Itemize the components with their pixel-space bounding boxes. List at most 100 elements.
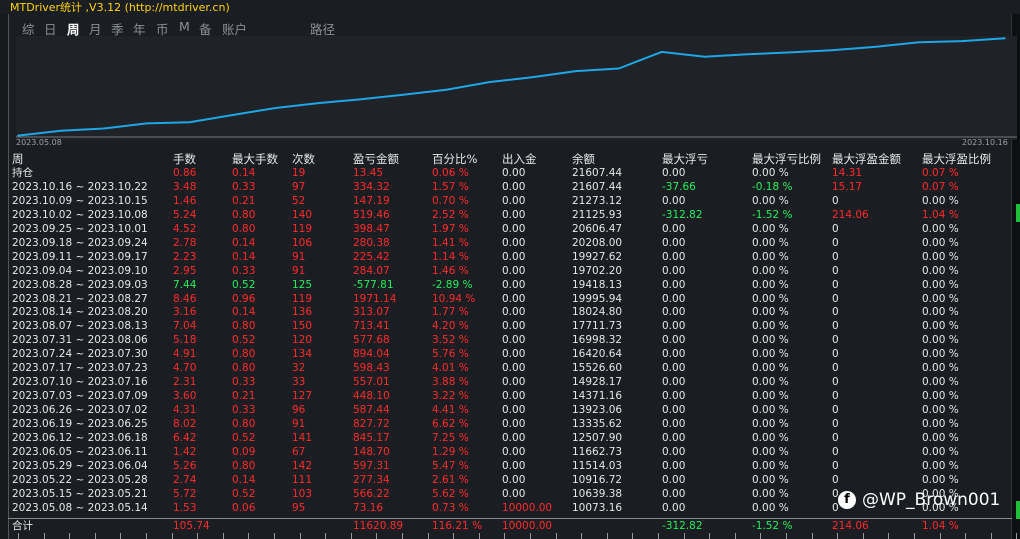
ruler-tick	[504, 533, 506, 539]
cell-max-float-loss-pct: -0.18 %	[752, 180, 793, 193]
cell-count: 120	[292, 334, 313, 347]
cell-percent: 3.88 %	[432, 376, 469, 389]
balance-point	[703, 55, 706, 58]
cell-max-float-profit: 0	[832, 194, 839, 207]
ruler-tick	[453, 533, 455, 539]
side-marker	[1016, 204, 1020, 222]
cell-max-lots: 0.14	[232, 250, 256, 263]
cell-balance: 20208.00	[572, 236, 623, 249]
cell-deposit: 0.00	[502, 278, 526, 291]
cell-percent: 116.21 %	[432, 519, 483, 532]
cell-week: 周	[12, 152, 24, 166]
cell-deposit: 0.00	[502, 418, 526, 431]
cell-lots: 5.24	[173, 208, 197, 221]
cell-deposit: 0.00	[502, 390, 526, 403]
cell-max-float-loss-pct: 0.00 %	[752, 166, 789, 179]
balance-point	[618, 67, 620, 70]
table-row: 2023.06.19 ~ 2023.06.25 8.02 0.80 91 827.72 6…	[8, 417, 1012, 431]
cell-max-lots: 0.33	[232, 404, 256, 417]
ruler-tick	[376, 533, 378, 539]
balance-point	[660, 51, 663, 53]
cell-percent: 1.14 %	[432, 250, 469, 263]
cell-deposit: 10000.00	[502, 501, 553, 514]
cell-percent: 1.46 %	[432, 264, 469, 277]
cell-count: 103	[292, 487, 313, 500]
cell-max-float-profit: 0	[832, 404, 839, 417]
cell-count: 150	[292, 320, 313, 333]
cell-count: 134	[292, 348, 313, 361]
cell-deposit: 0.00	[502, 166, 526, 179]
ruler-tick	[478, 533, 480, 539]
cell-pnl: 277.34	[353, 473, 390, 486]
cell-max-float-loss-pct: -1.52 %	[752, 519, 793, 532]
watermark-text: @WP_Brown001	[862, 490, 1001, 510]
cell-balance: 21607.44	[572, 180, 623, 193]
cell-count: 140	[292, 208, 313, 221]
ruler-tick	[734, 533, 736, 539]
balance-series-line	[17, 37, 1006, 137]
cell-deposit: 0.00	[502, 306, 526, 319]
cell-count: 91	[292, 250, 306, 263]
cell-max-lots: 0.52	[232, 487, 256, 500]
cell-max-lots: 0.33	[232, 180, 256, 193]
cell-week: 2023.08.28 ~ 2023.09.03	[12, 278, 148, 291]
cell-max-lots: 0.14	[232, 473, 256, 486]
balance-point	[446, 88, 448, 91]
cell-week: 2023.08.14 ~ 2023.08.20	[12, 306, 148, 319]
cell-max-float-profit: 0	[832, 348, 839, 361]
cell-max-float-loss-pct: 0.00 %	[752, 404, 789, 417]
cell-pnl: 148.70	[353, 445, 390, 458]
ruler-tick	[914, 533, 915, 539]
cell-count: 97	[292, 180, 306, 193]
cell-deposit: 0.00	[502, 250, 526, 263]
cell-max-float-profit-pct: 0.00 %	[922, 194, 959, 207]
cell-max-float-loss: 0.00	[662, 348, 686, 361]
tab-7[interactable]: M	[179, 19, 190, 34]
cell-max-float-loss-pct: 0.00 %	[752, 390, 789, 403]
cell-lots: 1.53	[173, 501, 197, 514]
cell-max-float-profit: 214.06	[832, 519, 869, 532]
cell-week: 2023.09.25 ~ 2023.10.01	[12, 222, 148, 235]
cell-max-lots: 0.80	[232, 459, 256, 472]
cell-deposit: 0.00	[502, 376, 526, 389]
cell-max-float-profit: 0	[832, 222, 839, 235]
cell-percent: 4.01 %	[432, 362, 469, 375]
cell-pnl: 598.43	[353, 362, 390, 375]
ruler-tick	[325, 533, 327, 539]
cell-max-float-profit-pct: 1.04 %	[922, 208, 959, 221]
cell-pnl: 11620.89	[353, 519, 404, 532]
cell-max-float-profit: 0	[832, 236, 839, 249]
cell-max-float-profit: 14.31	[832, 166, 863, 179]
cell-max-float-profit: 0	[832, 445, 839, 458]
cell-week: 2023.09.18 ~ 2023.09.24	[12, 236, 148, 249]
cell-max-lots: 0.96	[232, 292, 256, 305]
cell-percent: 5.76 %	[432, 348, 469, 361]
cell-lots: 手数	[173, 152, 196, 166]
cell-max-float-loss: 0.00	[662, 334, 686, 347]
cell-deposit: 0.00	[502, 459, 526, 472]
table-row: 2023.08.21 ~ 2023.08.27 8.46 0.96 119 1971.1…	[8, 292, 1012, 306]
cell-percent: 1.97 %	[432, 222, 469, 235]
cell-balance: 12507.90	[572, 432, 623, 444]
cell-balance: 19418.13	[572, 278, 623, 291]
cell-max-float-profit: 0	[832, 250, 839, 263]
cell-week: 2023.08.21 ~ 2023.08.27	[12, 292, 148, 305]
cell-max-lots: 0.52	[232, 278, 256, 291]
balance-point	[789, 51, 792, 54]
cell-max-float-loss: 0.00	[662, 501, 686, 514]
table-row: 2023.08.28 ~ 2023.09.03 7.44 0.52 125 -577.8…	[8, 278, 1012, 292]
cell-count: 119	[292, 222, 313, 235]
cell-deposit: 0.00	[502, 292, 526, 305]
cell-balance: 14371.16	[572, 390, 623, 403]
ruler-tick	[965, 533, 967, 539]
cell-max-float-profit: 0	[832, 306, 839, 319]
cell-deposit: 0.00	[502, 432, 526, 444]
cell-count: 91	[292, 418, 306, 431]
ruler-tick	[299, 533, 301, 539]
cell-max-float-loss-pct: 0.00 %	[752, 250, 789, 263]
cell-lots: 5.72	[173, 487, 197, 500]
chart-end-date: 2023.10.16	[962, 138, 1008, 147]
cell-max-float-loss: -37.66	[662, 180, 696, 193]
cell-max-float-loss-pct: 0.00 %	[752, 278, 789, 291]
ruler-tick	[658, 533, 659, 539]
